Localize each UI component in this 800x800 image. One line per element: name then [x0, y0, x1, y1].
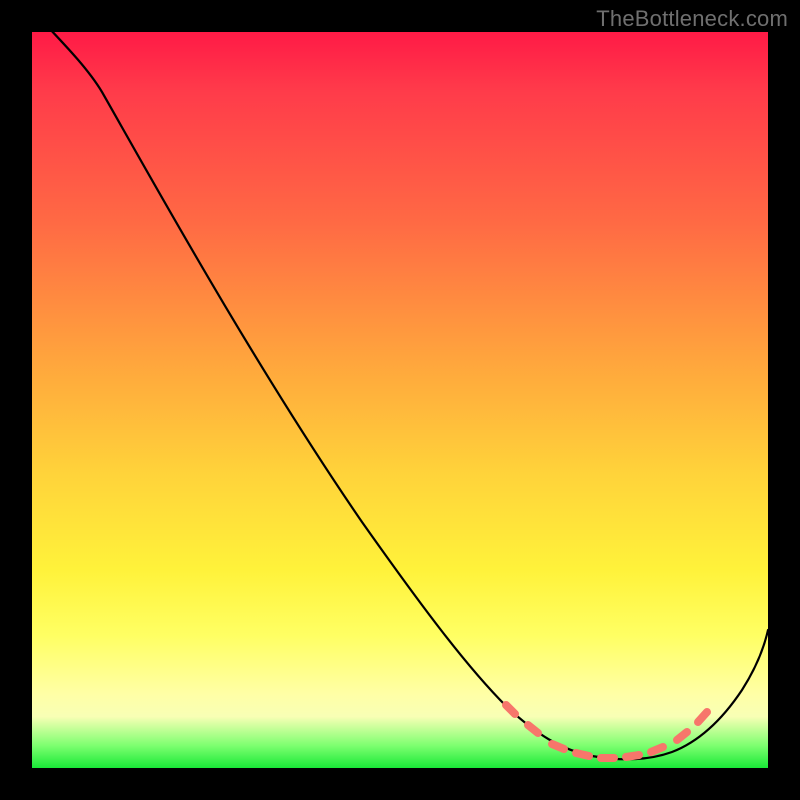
- watermark-text: TheBottleneck.com: [596, 6, 788, 32]
- bottleneck-curve: [32, 10, 768, 759]
- chart-frame: TheBottleneck.com: [0, 0, 800, 800]
- curve-svg: [32, 32, 768, 768]
- plot-area: [32, 32, 768, 768]
